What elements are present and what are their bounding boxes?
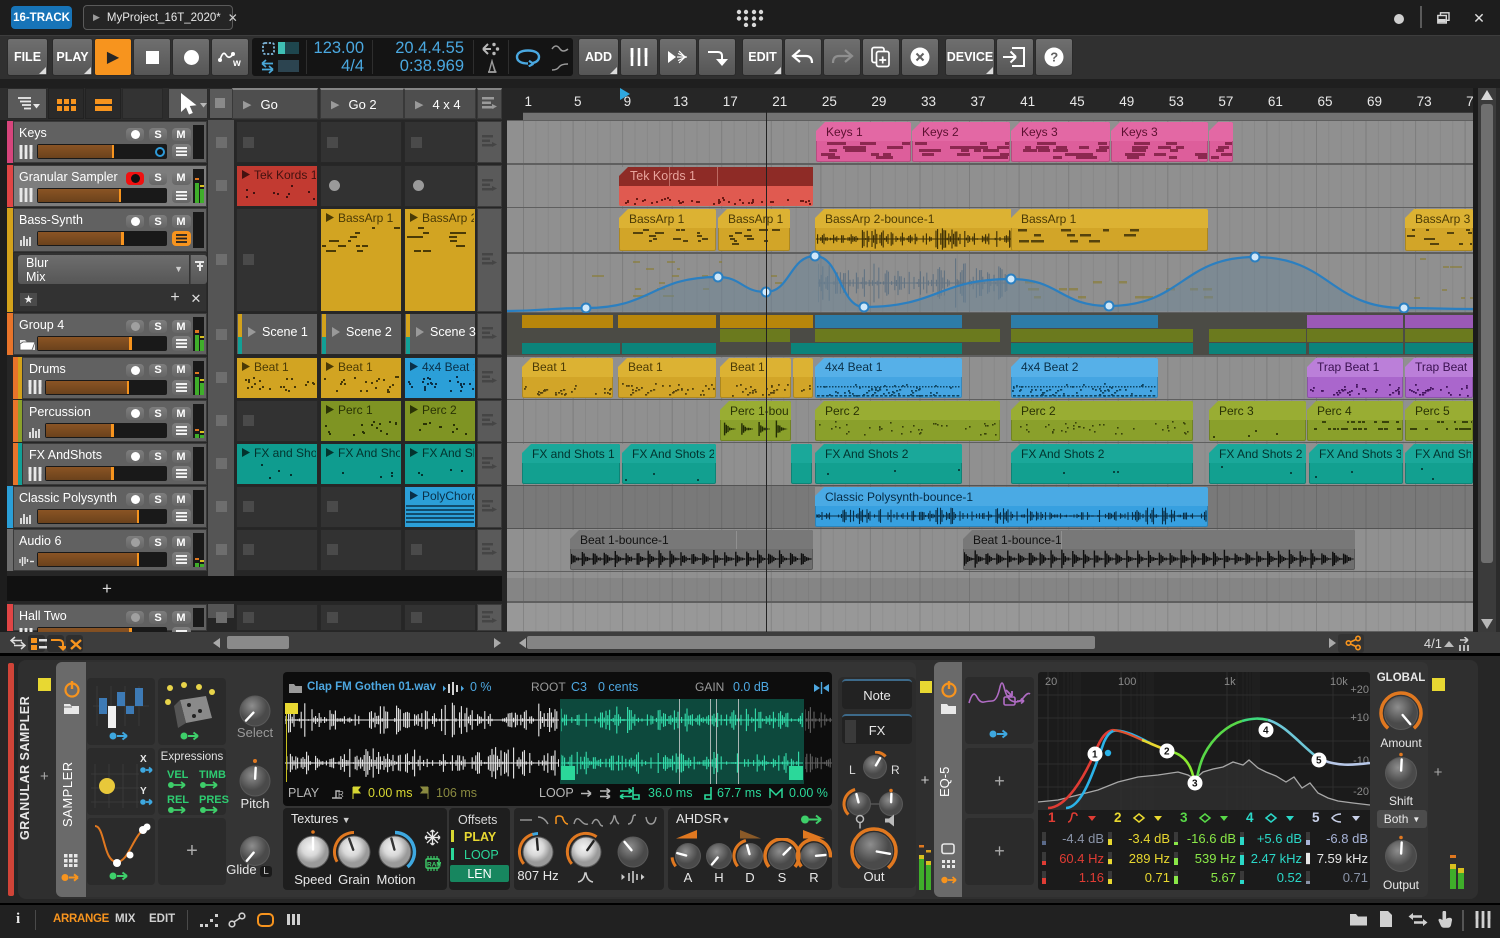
- svg-text:Y: Y: [140, 786, 147, 797]
- svg-text:X: X: [140, 754, 147, 765]
- svg-text:?: ?: [1050, 50, 1058, 65]
- svg-text:4: 4: [1263, 726, 1269, 737]
- svg-text:5: 5: [1316, 756, 1322, 767]
- svg-text:w: w: [232, 58, 241, 68]
- svg-text:RAM: RAM: [427, 862, 441, 869]
- svg-text:3: 3: [1192, 779, 1198, 790]
- svg-text:1: 1: [1092, 750, 1098, 761]
- svg-text:R: R: [338, 790, 344, 799]
- svg-text:2: 2: [1164, 747, 1170, 758]
